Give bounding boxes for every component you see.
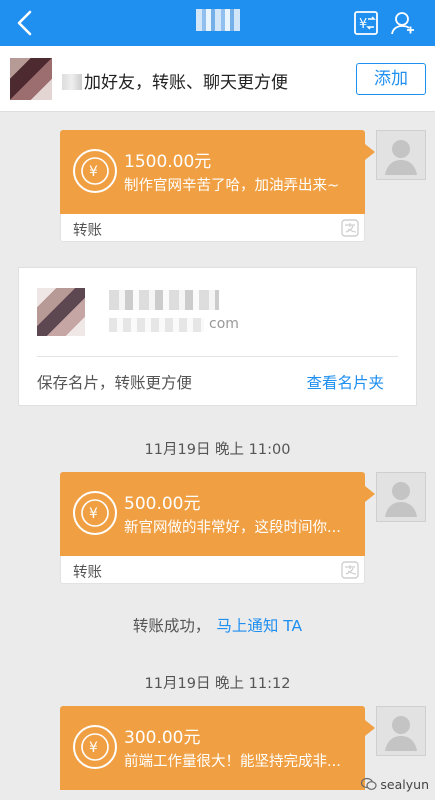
blurred-contact-id <box>109 318 204 332</box>
transfer-amount: 300.00元 <box>124 728 201 748</box>
transfer-note: 新官网做的非常好，这段时间你... <box>124 520 341 536</box>
avatar[interactable] <box>376 130 426 180</box>
view-card-folder-link[interactable]: 查看名片夹 <box>306 371 384 393</box>
contact-card[interactable]: com 保存名片，转账更方便 查看名片夹 <box>18 267 417 406</box>
transfer-amount: 500.00元 <box>124 494 201 514</box>
blurred-contact-name <box>109 290 219 310</box>
add-friend-bar: 加好友，转账、聊天更方便 添加 <box>0 46 435 112</box>
transfer-yuan-icon[interactable]: ¥ <box>353 10 379 36</box>
transfer-note: 制作官网辛苦了哈，加油弄出来~ <box>124 178 340 194</box>
top-nav-bar: ¥ <box>0 0 435 46</box>
transfer-coin-icon: ¥ <box>73 149 117 193</box>
add-friend-button[interactable]: 添加 <box>356 63 426 95</box>
default-user-icon <box>385 140 417 175</box>
transfer-message[interactable]: ¥ 300.00元 前端工作量很大！能坚持完成非... <box>60 706 375 790</box>
svg-text:¥: ¥ <box>359 17 367 32</box>
contact-domain: com <box>209 316 239 332</box>
default-user-icon <box>385 482 417 517</box>
transfer-message[interactable]: ¥ 1500.00元 制作官网辛苦了哈，加油弄出来~ 转账 <box>60 130 375 242</box>
transfer-type-label: 转账 <box>73 565 102 581</box>
transfer-type-label: 转账 <box>73 223 102 239</box>
avatar[interactable] <box>376 706 426 756</box>
transfer-amount: 1500.00元 <box>124 152 212 172</box>
timestamp: 11月19日 晚上 11:12 <box>144 676 291 692</box>
svg-text:¥: ¥ <box>89 164 98 180</box>
alipay-icon <box>341 561 359 579</box>
transfer-success-notice: 转账成功， 马上通知 TA <box>0 614 435 636</box>
alipay-icon <box>341 219 359 237</box>
avatar <box>37 288 85 336</box>
divider <box>37 356 398 357</box>
svg-text:¥: ¥ <box>89 740 98 756</box>
svg-text:¥: ¥ <box>89 506 98 522</box>
user-profile-icon[interactable] <box>390 10 416 36</box>
transfer-note: 前端工作量很大！能坚持完成非... <box>124 754 341 770</box>
watermark-text: sealyun <box>380 777 429 792</box>
avatar[interactable] <box>376 472 426 522</box>
notify-ta-link[interactable]: 马上通知 TA <box>216 617 302 635</box>
add-friend-prompt: 加好友，转账、聊天更方便 <box>84 73 288 93</box>
save-card-text: 保存名片，转账更方便 <box>37 374 193 392</box>
page-title <box>196 9 240 31</box>
transfer-message[interactable]: ¥ 500.00元 新官网做的非常好，这段时间你... 转账 <box>60 472 375 584</box>
default-user-icon <box>385 716 417 751</box>
transfer-coin-icon: ¥ <box>73 725 117 769</box>
timestamp: 11月19日 晚上 11:00 <box>144 442 291 458</box>
back-arrow-icon[interactable] <box>12 9 40 37</box>
watermark: sealyun <box>361 777 429 792</box>
avatar[interactable] <box>10 58 52 100</box>
notice-text: 转账成功， <box>132 617 211 635</box>
wechat-icon <box>361 777 378 790</box>
blurred-name-fragment <box>62 74 82 90</box>
transfer-coin-icon: ¥ <box>73 491 117 535</box>
